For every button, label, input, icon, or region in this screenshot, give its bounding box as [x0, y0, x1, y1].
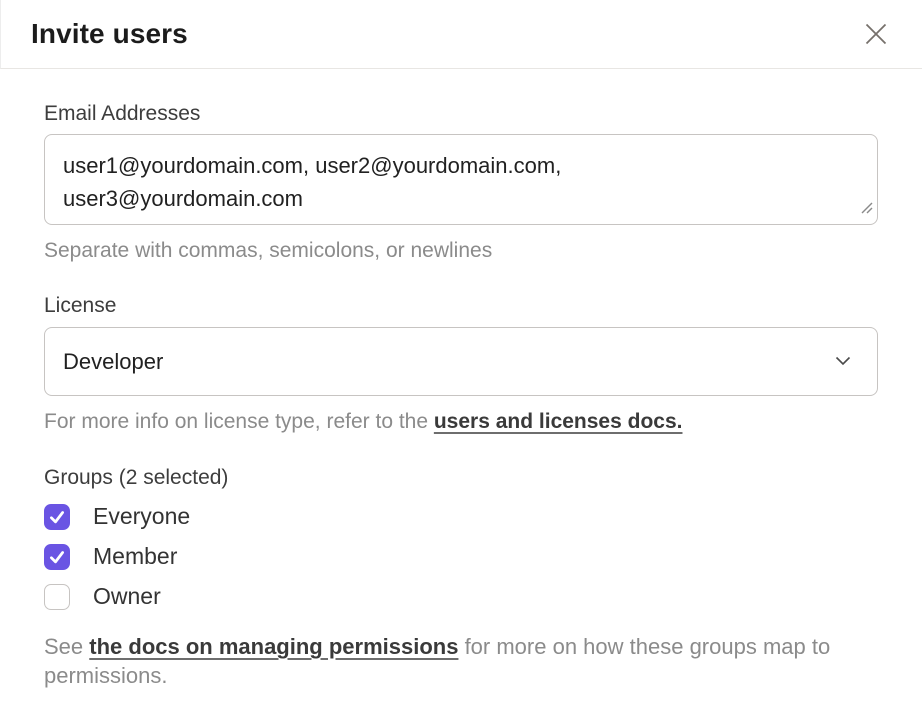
- chevron-down-icon: [835, 353, 851, 371]
- group-option-owner[interactable]: Owner: [44, 583, 878, 610]
- checkbox-owner[interactable]: [44, 584, 70, 610]
- users-licenses-docs-link[interactable]: users and licenses docs.: [434, 410, 683, 433]
- modal-body: Email Addresses user1@yourdomain.com, us…: [0, 69, 922, 690]
- groups-note-text: See the docs on managing permissions for…: [44, 632, 844, 690]
- group-option-label: Owner: [93, 583, 161, 610]
- license-selected-value: Developer: [63, 349, 163, 375]
- close-button[interactable]: [860, 18, 892, 50]
- groups-label: Groups (2 selected): [44, 466, 878, 490]
- license-helper-text: For more info on license type, refer to …: [44, 407, 878, 436]
- group-option-everyone[interactable]: Everyone: [44, 503, 878, 530]
- checkmark-icon: [48, 508, 66, 526]
- modal-title: Invite users: [31, 18, 188, 50]
- managing-permissions-docs-link[interactable]: the docs on managing permissions: [89, 634, 458, 659]
- license-helper-prefix: For more info on license type, refer to …: [44, 410, 434, 433]
- checkbox-member[interactable]: [44, 544, 70, 570]
- group-option-member[interactable]: Member: [44, 543, 878, 570]
- email-addresses-label: Email Addresses: [44, 102, 878, 126]
- email-helper-text: Separate with commas, semicolons, or new…: [44, 236, 878, 265]
- groups-note-prefix: See: [44, 634, 89, 659]
- modal-header: Invite users: [0, 0, 922, 69]
- group-option-label: Member: [93, 543, 177, 570]
- email-addresses-input[interactable]: user1@yourdomain.com, user2@yourdomain.c…: [44, 134, 878, 225]
- checkmark-icon: [48, 548, 66, 566]
- license-select[interactable]: Developer: [44, 327, 878, 396]
- close-icon: [865, 23, 887, 45]
- checkbox-everyone[interactable]: [44, 504, 70, 530]
- invite-users-modal: Invite users Email Addresses user1@yourd…: [0, 0, 922, 714]
- group-option-label: Everyone: [93, 503, 190, 530]
- license-label: License: [44, 294, 878, 318]
